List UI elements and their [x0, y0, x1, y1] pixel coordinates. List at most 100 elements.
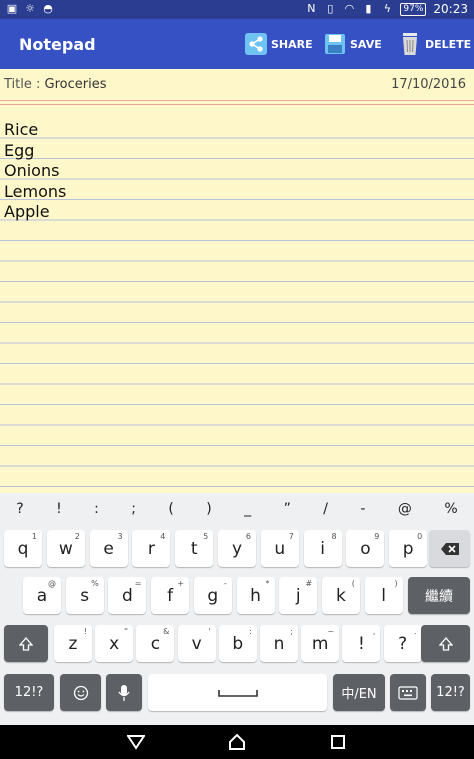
- key-s[interactable]: s%: [65, 577, 104, 614]
- status-bar: ▣ ☼ ◓ N ▯ ◠ ▮ ϟ 97% 20:23: [0, 0, 474, 19]
- note-body-editor[interactable]: [0, 118, 474, 493]
- symbol-suggestion[interactable]: ;: [131, 501, 136, 517]
- language-switch-key[interactable]: 中/EN: [333, 674, 385, 711]
- key-m[interactable]: m ~: [301, 625, 340, 662]
- key-label: m: [311, 633, 329, 654]
- emoji-icon: [73, 685, 88, 700]
- share-icon: [244, 32, 268, 56]
- key-secondary-label: ': [208, 627, 211, 636]
- shift-icon: [19, 636, 33, 651]
- symbol-suggestion[interactable]: ”: [284, 501, 291, 517]
- share-button[interactable]: SHARE: [244, 31, 313, 57]
- key-question[interactable]: ?.: [383, 625, 422, 662]
- key-j[interactable]: j #: [279, 577, 318, 614]
- key-f[interactable]: f +: [151, 577, 190, 614]
- backspace-key[interactable]: [429, 530, 470, 567]
- keyboard-switch-key[interactable]: [390, 674, 426, 711]
- shift-right-key[interactable]: [421, 625, 470, 662]
- key-z[interactable]: z!: [54, 625, 92, 662]
- note-line: Egg: [4, 140, 35, 160]
- symbol-suggestion[interactable]: ): [206, 501, 211, 517]
- key-e[interactable]: e3: [89, 530, 128, 567]
- key-h[interactable]: h *: [236, 577, 275, 614]
- recents-square-icon: [331, 735, 345, 749]
- clock: 20:23: [433, 2, 468, 16]
- key-label: x: [109, 633, 120, 654]
- key-secondary-label: 1: [31, 532, 37, 541]
- android-notification-icon: ◓: [43, 2, 53, 15]
- symbols-key-right[interactable]: 12!?: [431, 674, 470, 711]
- key-secondary-label: @: [48, 579, 56, 588]
- key-g[interactable]: g-: [193, 577, 232, 614]
- key-label: v: [191, 633, 202, 654]
- key-label: z: [68, 633, 78, 654]
- key-secondary-label: 8: [331, 532, 337, 541]
- key-secondary-label: ;: [290, 627, 293, 636]
- key-x[interactable]: x “: [95, 625, 134, 662]
- share-label: SHARE: [271, 37, 313, 51]
- key-p[interactable]: p0: [389, 530, 428, 567]
- key-label: !: [357, 633, 365, 654]
- recents-button[interactable]: [327, 731, 349, 753]
- key-o[interactable]: o9: [346, 530, 385, 567]
- symbol-suggestion[interactable]: -: [360, 501, 365, 517]
- key-label: 12!?: [436, 685, 465, 700]
- symbol-suggestion[interactable]: /: [323, 501, 328, 517]
- key-label: o: [360, 538, 371, 559]
- battery-level: 97%: [400, 2, 427, 16]
- key-k[interactable]: k(: [321, 577, 360, 614]
- key-q[interactable]: q1: [4, 530, 42, 567]
- key-secondary-label: 9: [374, 532, 380, 541]
- note-title-field[interactable]: Title : Groceries: [4, 77, 106, 92]
- home-button[interactable]: [226, 731, 248, 753]
- key-label: j: [295, 585, 301, 606]
- note-text[interactable]: Rice Egg Onions Lemons Apple: [4, 120, 66, 223]
- back-button[interactable]: [125, 731, 147, 753]
- symbol-suggestion[interactable]: %: [444, 501, 457, 517]
- note-date: 17/10/2016: [391, 77, 466, 92]
- symbol-suggestion[interactable]: ?: [16, 501, 23, 517]
- delete-button[interactable]: DELETE: [398, 31, 471, 57]
- symbol-suggestion[interactable]: _: [244, 501, 251, 517]
- key-label: c: [150, 633, 161, 654]
- key-n[interactable]: n;: [260, 625, 298, 662]
- key-secondary-label: =: [134, 579, 142, 588]
- key-c[interactable]: c &: [136, 625, 175, 662]
- symbol-suggestion[interactable]: :: [94, 501, 99, 517]
- microphone-icon: [118, 684, 130, 701]
- enter-key[interactable]: 繼續: [408, 577, 470, 614]
- shift-left-key[interactable]: [4, 625, 48, 662]
- symbol-suggestion[interactable]: !: [56, 501, 62, 517]
- voice-input-key[interactable]: [106, 674, 142, 711]
- key-label: w: [58, 538, 73, 559]
- space-key[interactable]: [148, 674, 327, 711]
- key-d[interactable]: d =: [108, 577, 147, 614]
- key-v[interactable]: v ': [177, 625, 216, 662]
- key-label: p: [402, 538, 414, 559]
- key-exclamation[interactable]: !,: [342, 625, 381, 662]
- key-label: n: [273, 633, 285, 654]
- key-i[interactable]: i8: [303, 530, 342, 567]
- symbol-suggestion[interactable]: (: [168, 501, 173, 517]
- key-t[interactable]: t5: [175, 530, 214, 567]
- save-button[interactable]: SAVE: [323, 31, 382, 57]
- save-label: SAVE: [350, 37, 382, 51]
- app-bar: Notepad SHARE SAVE DELETE: [0, 19, 474, 69]
- key-label: f: [167, 585, 174, 606]
- key-label: 12!?: [14, 685, 44, 700]
- key-a[interactable]: a @: [23, 577, 61, 614]
- no-sim-icon: ▮: [365, 2, 372, 15]
- key-label: q: [17, 538, 29, 559]
- key-l[interactable]: l): [364, 577, 403, 614]
- key-u[interactable]: u7: [260, 530, 299, 567]
- key-w[interactable]: w2: [46, 530, 85, 567]
- key-b[interactable]: b:: [218, 625, 257, 662]
- emoji-key[interactable]: [60, 674, 101, 711]
- image-notification-icon: ▣: [6, 2, 18, 15]
- symbols-key-left[interactable]: 12!?: [4, 674, 54, 711]
- key-r[interactable]: r4: [132, 530, 171, 567]
- key-y[interactable]: y6: [218, 530, 256, 567]
- symbol-suggestion[interactable]: @: [398, 501, 412, 517]
- key-label: y: [231, 538, 243, 559]
- key-label: b: [232, 633, 244, 654]
